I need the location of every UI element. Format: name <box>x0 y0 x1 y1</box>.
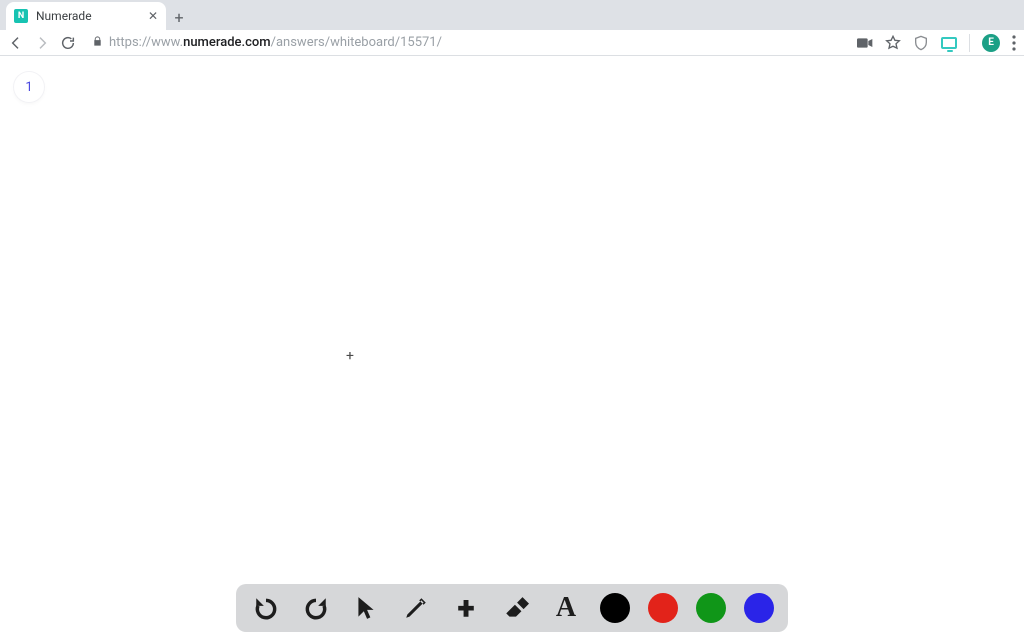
undo-button[interactable] <box>250 592 282 624</box>
new-tab-button[interactable]: + <box>166 4 192 30</box>
kebab-menu-icon[interactable] <box>1012 35 1016 51</box>
pointer-tool[interactable] <box>350 592 382 624</box>
bookmark-star-icon[interactable] <box>885 35 901 51</box>
lock-icon <box>92 35 103 50</box>
tab-title: Numerade <box>36 9 140 23</box>
camera-icon[interactable] <box>857 37 873 49</box>
shield-icon[interactable] <box>913 35 929 51</box>
page-number-badge[interactable]: 1 <box>14 72 44 102</box>
color-red[interactable] <box>648 593 678 623</box>
toolbar-right: E <box>857 34 1016 52</box>
text-tool-glyph: A <box>556 592 576 624</box>
text-tool[interactable]: A <box>550 592 582 624</box>
forward-button[interactable] <box>34 35 50 51</box>
address-bar[interactable]: https://www.numerade.com/answers/whitebo… <box>86 35 847 50</box>
tab-strip: N Numerade ✕ + <box>0 0 1024 30</box>
toolbar-separator <box>969 34 970 52</box>
profile-avatar[interactable]: E <box>982 34 1000 52</box>
color-black[interactable] <box>600 593 630 623</box>
whiteboard-canvas[interactable]: 1 + + A <box>0 56 1024 640</box>
color-blue[interactable] <box>744 593 774 623</box>
browser-tab[interactable]: N Numerade ✕ <box>6 2 166 30</box>
reload-button[interactable] <box>60 35 76 51</box>
url-text: https://www.numerade.com/answers/whitebo… <box>109 35 442 50</box>
color-green[interactable] <box>696 593 726 623</box>
crosshair-cursor-icon: + <box>346 348 354 364</box>
whiteboard-toolbar: + A <box>236 584 788 632</box>
tab-favicon: N <box>14 9 28 23</box>
back-button[interactable] <box>8 35 24 51</box>
tab-close-icon[interactable]: ✕ <box>148 9 158 23</box>
browser-toolbar: https://www.numerade.com/answers/whitebo… <box>0 30 1024 56</box>
page-number: 1 <box>25 80 32 95</box>
cast-icon[interactable] <box>941 37 957 49</box>
eraser-tool[interactable] <box>500 592 532 624</box>
pen-tool[interactable] <box>400 592 432 624</box>
redo-button[interactable] <box>300 592 332 624</box>
add-tool[interactable]: + <box>450 592 482 624</box>
plus-icon: + <box>457 589 474 627</box>
